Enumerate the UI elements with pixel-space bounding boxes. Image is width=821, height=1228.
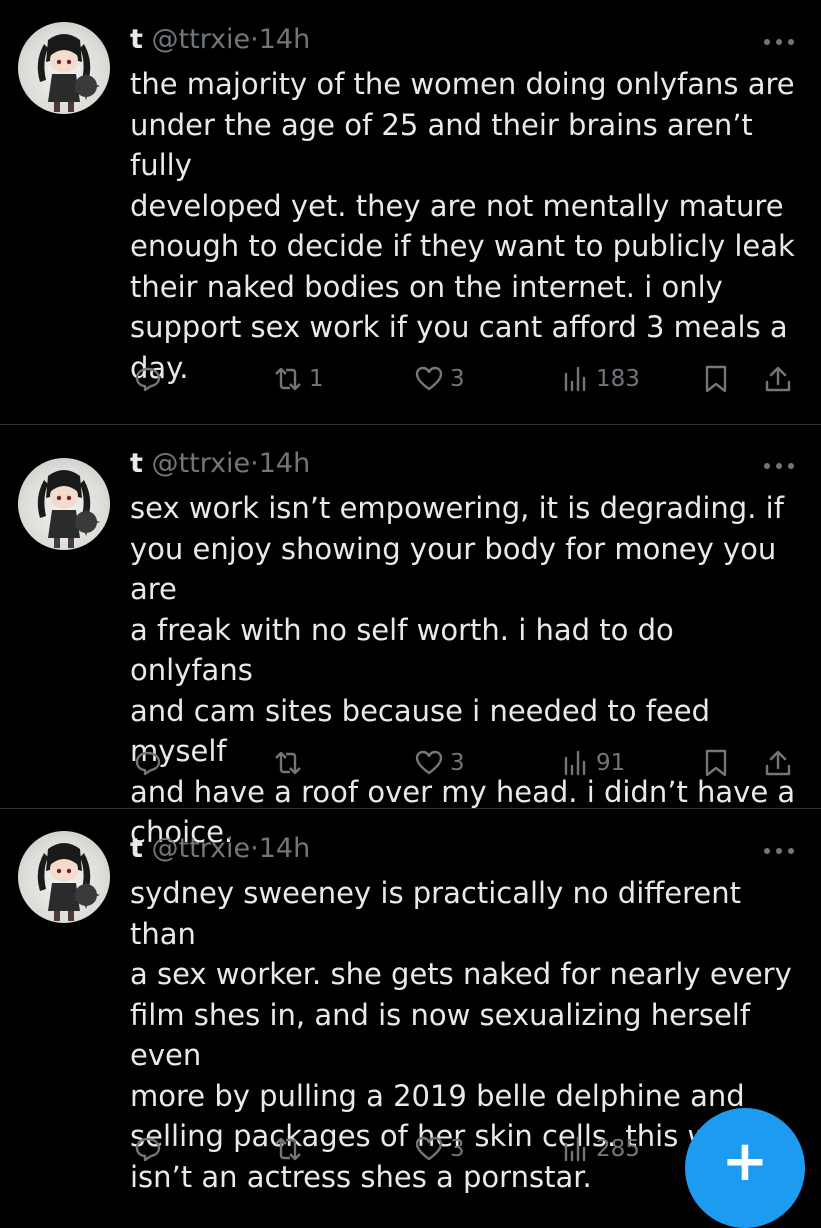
reply-button[interactable]: [133, 359, 169, 399]
repost-icon: [275, 1137, 301, 1161]
more-options-icon[interactable]: [759, 32, 799, 52]
like-count: 3: [450, 366, 465, 392]
bookmark-button[interactable]: [701, 359, 731, 399]
display-name[interactable]: t: [130, 833, 143, 864]
reply-button[interactable]: [133, 1129, 169, 1169]
views-icon: [564, 750, 586, 776]
bookmark-button[interactable]: [701, 743, 731, 783]
like-button[interactable]: 3: [414, 1129, 465, 1169]
timestamp[interactable]: 14h: [259, 833, 310, 864]
tweet-text: sex work isn’t empowering, it is degradi…: [130, 491, 796, 849]
timestamp[interactable]: 14h: [259, 24, 310, 55]
views-count: 285: [596, 1136, 640, 1162]
more-options-icon[interactable]: [759, 456, 799, 476]
avatar[interactable]: [18, 22, 110, 114]
timestamp[interactable]: 14h: [259, 448, 310, 479]
reply-icon: [135, 367, 161, 392]
tweet-actions: 3 91: [0, 743, 821, 783]
like-button[interactable]: 3: [414, 359, 465, 399]
user-handle[interactable]: @ttrxie: [152, 24, 251, 55]
repost-button[interactable]: [273, 743, 309, 783]
tweet-text: the majority of the women doing onlyfans…: [130, 67, 795, 385]
repost-count: 1: [309, 366, 324, 392]
share-button[interactable]: [763, 743, 793, 783]
heart-icon: [415, 1136, 443, 1161]
repost-icon: [275, 751, 301, 775]
repost-icon: [275, 367, 301, 391]
separator: ·: [250, 833, 259, 864]
tweet-header: t @ttrxie·14h: [130, 24, 310, 55]
views-button[interactable]: 285: [560, 1129, 640, 1169]
views-button[interactable]: 91: [560, 743, 625, 783]
avatar[interactable]: [18, 458, 110, 550]
user-handle[interactable]: @ttrxie: [152, 833, 251, 864]
more-options-icon[interactable]: [759, 841, 799, 861]
share-icon: [765, 366, 791, 392]
compose-button[interactable]: +: [685, 1108, 805, 1228]
share-icon: [765, 750, 791, 776]
avatar[interactable]: [18, 831, 110, 923]
reply-icon: [135, 1137, 161, 1162]
repost-button[interactable]: 1: [273, 359, 324, 399]
views-count: 91: [596, 750, 626, 776]
tweet-header: t @ttrxie·14h: [130, 833, 310, 864]
display-name[interactable]: t: [130, 448, 143, 479]
views-button[interactable]: 183: [560, 359, 640, 399]
heart-icon: [415, 750, 443, 775]
user-handle[interactable]: @ttrxie: [152, 448, 251, 479]
tweet[interactable]: t @ttrxie·14h sex work isn’t empowering,…: [0, 425, 821, 849]
tweet-actions: 1 3 183: [0, 359, 821, 399]
like-button[interactable]: 3: [414, 743, 465, 783]
plus-icon: +: [721, 1129, 769, 1194]
tweet[interactable]: t @ttrxie·14h the majority of the women …: [0, 0, 821, 424]
reply-icon: [135, 751, 161, 776]
heart-icon: [415, 366, 443, 391]
separator: ·: [250, 24, 259, 55]
views-count: 183: [596, 366, 640, 392]
bookmark-icon: [705, 749, 727, 777]
separator: ·: [250, 448, 259, 479]
tweet-header: t @ttrxie·14h: [130, 448, 310, 479]
views-icon: [564, 1136, 586, 1162]
reply-button[interactable]: [133, 743, 169, 783]
repost-button[interactable]: [273, 1129, 309, 1169]
views-icon: [564, 366, 586, 392]
display-name[interactable]: t: [130, 24, 143, 55]
like-count: 3: [450, 1136, 465, 1162]
like-count: 3: [450, 750, 465, 776]
bookmark-icon: [705, 365, 727, 393]
share-button[interactable]: [763, 359, 793, 399]
